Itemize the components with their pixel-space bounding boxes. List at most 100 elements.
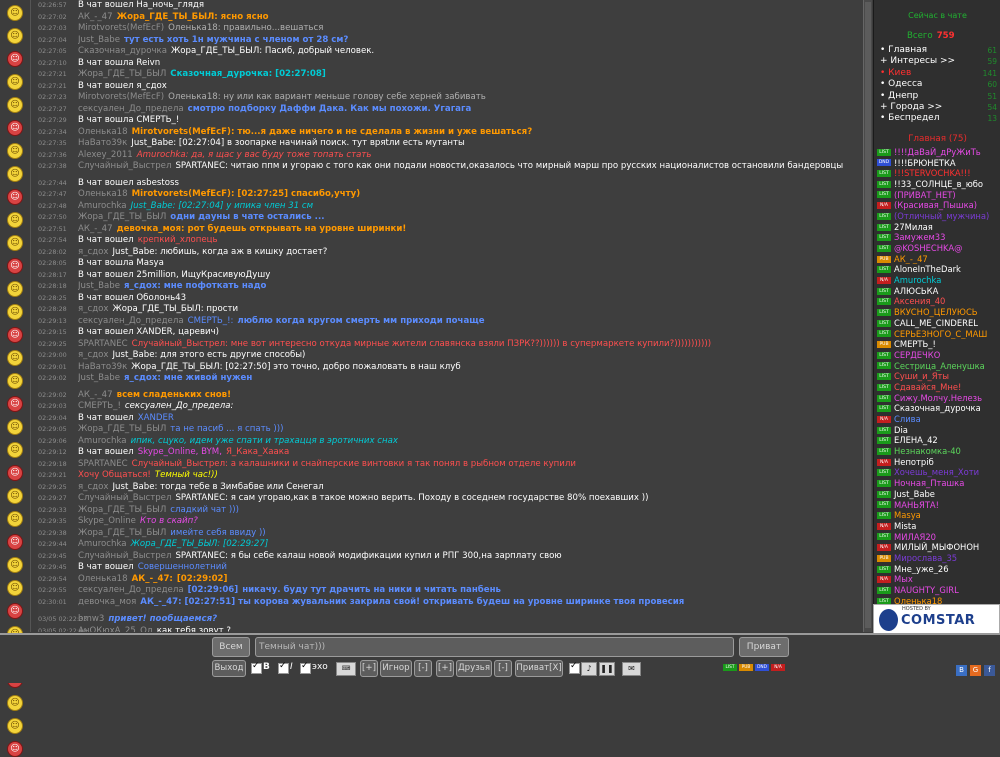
smiley-icon[interactable]: ☺: [7, 258, 23, 274]
user-list-item[interactable]: DND !!!!БРЮНЕТКА: [874, 158, 1000, 169]
room-item[interactable]: + Города >> 54: [880, 102, 997, 113]
user-name[interactable]: Сказочная_дурочка: [894, 403, 981, 414]
user-list-item[interactable]: PUB АК_-_47: [874, 254, 1000, 265]
user-list-item[interactable]: LIST !!!STERVOCHKA!!!: [874, 168, 1000, 179]
message-author[interactable]: Alexey_2011: [78, 150, 133, 160]
user-list-item[interactable]: LIST ЕЛЕНА_42: [874, 435, 1000, 446]
friends-remove-button[interactable]: [-]: [494, 660, 512, 677]
smiley-icon[interactable]: ☺: [7, 603, 23, 619]
speaker-icon[interactable]: ♪: [581, 662, 597, 676]
message-author[interactable]: Жора_ГДЕ_ТЫ_БЫЛ: [78, 69, 166, 79]
message-author[interactable]: Оленька18: [78, 127, 128, 137]
user-name[interactable]: СЕРДЕЧКО: [894, 350, 940, 361]
user-name[interactable]: Мне_уже_26: [894, 564, 949, 575]
user-list-item[interactable]: LIST Just_Babe: [874, 489, 1000, 500]
mail-icon[interactable]: ✉: [622, 662, 641, 676]
message-author[interactable]: АК_-_47: [78, 390, 113, 400]
smiley-icon[interactable]: ☺: [7, 97, 23, 113]
friends-button[interactable]: Друзья: [456, 660, 492, 677]
user-name[interactable]: (ПРИВАТ_НЕТ): [894, 190, 956, 201]
message-author[interactable]: В чат вошел asbestoss: [78, 178, 179, 188]
user-list-item[interactable]: LIST 27Милая: [874, 222, 1000, 233]
message-author[interactable]: Just_Babe: [78, 281, 120, 291]
exit-button[interactable]: Выход: [212, 660, 246, 677]
message-author[interactable]: Оленька18: [78, 189, 128, 199]
user-name[interactable]: (Отличный_мужчина): [894, 211, 989, 222]
user-list-item[interactable]: LIST ВКУСНО_ЦЕЛУЮСЬ: [874, 307, 1000, 318]
room-item[interactable]: + Интересы >> 59: [880, 56, 997, 67]
user-name[interactable]: Слива: [894, 414, 921, 425]
user-list-item[interactable]: N/A Amurochka: [874, 275, 1000, 286]
user-list-item[interactable]: N/A Мых: [874, 574, 1000, 585]
send-all-button[interactable]: Всем: [212, 637, 250, 657]
user-list-item[interactable]: N/A Непотріб: [874, 457, 1000, 468]
smiley-icon[interactable]: ☺: [7, 74, 23, 90]
user-name[interactable]: ВКУСНО_ЦЕЛУЮСЬ: [894, 307, 978, 318]
message-author[interactable]: девочка_моя: [78, 597, 136, 607]
user-name[interactable]: Сдавайся_Мне!: [894, 382, 961, 393]
user-list-item[interactable]: LIST АЛЮСЬКА: [874, 286, 1000, 297]
smiley-icon[interactable]: ☺: [7, 28, 23, 44]
user-name[interactable]: Мых: [894, 574, 913, 585]
smiley-icon[interactable]: ☺: [7, 350, 23, 366]
user-list-item[interactable]: LIST Незнакомка-40: [874, 446, 1000, 457]
user-name[interactable]: АЛЮСЬКА: [894, 286, 938, 297]
smiley-icon[interactable]: ☺: [7, 442, 23, 458]
room-name[interactable]: • Киев: [880, 68, 911, 79]
user-list-item[interactable]: LIST (Отличный_мужчина): [874, 211, 1000, 222]
user-name[interactable]: МИЛАЯ20: [894, 532, 936, 543]
message-input[interactable]: Темный чат))): [255, 637, 734, 657]
message-author[interactable]: я_сдох: [78, 304, 108, 314]
user-name[interactable]: Незнакомка-40: [894, 446, 961, 457]
private-x-button[interactable]: Приват[X]: [515, 660, 563, 677]
user-list-item[interactable]: LIST NAUGHTY_GIRL: [874, 585, 1000, 596]
message-author[interactable]: В чат вошел: [78, 447, 134, 457]
message-author[interactable]: В чат вошел Оболонь43: [78, 293, 186, 303]
user-name[interactable]: NAUGHTY_GIRL: [894, 585, 959, 596]
smiley-icon[interactable]: ☺: [7, 212, 23, 228]
user-name[interactable]: (Красивая_Пышка): [894, 200, 977, 211]
smiley-icon[interactable]: ☺: [7, 557, 23, 573]
message-author[interactable]: АнОКюхА_25_Од: [78, 626, 153, 633]
message-author[interactable]: В чат вошел 25million, ИщуКрасивуюДушу: [78, 270, 270, 280]
message-author[interactable]: Mirotvorets(MefEcF): [78, 23, 164, 33]
user-list-item[interactable]: PUB Мирослава_35: [874, 553, 1000, 564]
message-author[interactable]: Amurochka: [78, 201, 127, 211]
message-author[interactable]: В чат вошел я_сдох: [78, 81, 167, 91]
user-list-item[interactable]: LIST Masya: [874, 510, 1000, 521]
smiley-icon[interactable]: ☺: [7, 741, 23, 757]
user-name[interactable]: !!!!ДаВаЙ_дРуЖиТь: [894, 147, 981, 158]
user-list-item[interactable]: LIST !!33_СОЛНЦЕ_в_юбо: [874, 179, 1000, 190]
user-name[interactable]: Just_Babe: [894, 489, 935, 500]
user-name[interactable]: Masya: [894, 510, 921, 521]
social-icon[interactable]: В: [956, 665, 967, 676]
message-author[interactable]: SPARTANEC: [78, 339, 128, 349]
smiley-icon[interactable]: ☺: [7, 373, 23, 389]
room-item[interactable]: • Беспредел 13: [880, 113, 997, 124]
smiley-icon[interactable]: ☺: [7, 534, 23, 550]
user-name[interactable]: !!33_СОЛНЦЕ_в_юбо: [894, 179, 983, 190]
smiley-icon[interactable]: ☺: [7, 580, 23, 596]
smiley-icon[interactable]: ☺: [7, 51, 23, 67]
smiley-icon[interactable]: ☺: [7, 304, 23, 320]
message-author[interactable]: В чат вошел Ha_ночь_глядя: [78, 0, 204, 10]
send-private-button[interactable]: Приват: [739, 637, 789, 657]
user-name[interactable]: Суши_и_Яты: [894, 371, 949, 382]
user-name[interactable]: !!!STERVOCHKA!!!: [894, 168, 971, 179]
user-list-item[interactable]: LIST Сестрица_Аленушка: [874, 361, 1000, 372]
user-list-item[interactable]: LIST Мне_уже_26: [874, 564, 1000, 575]
smiley-icon[interactable]: ☺: [7, 718, 23, 734]
message-author[interactable]: Amurochka: [78, 539, 127, 549]
ignore-button[interactable]: Игнор: [380, 660, 412, 677]
user-list-item[interactable]: N/A Слива: [874, 414, 1000, 425]
message-author[interactable]: сексуален_До_предела: [78, 585, 184, 595]
user-list-item[interactable]: PUB СМЕРТЬ_!: [874, 339, 1000, 350]
smiley-icon[interactable]: ☺: [7, 327, 23, 343]
smiley-icon[interactable]: ☺: [7, 189, 23, 205]
message-author[interactable]: я_сдох: [78, 350, 108, 360]
user-list-item[interactable]: N/A (Красивая_Пышка): [874, 200, 1000, 211]
message-author[interactable]: сексуален_До_предела: [78, 316, 184, 326]
user-name[interactable]: Amurochka: [894, 275, 941, 286]
message-author[interactable]: В чат вошла Masya: [78, 258, 164, 268]
sound-checkbox[interactable]: [569, 661, 580, 674]
